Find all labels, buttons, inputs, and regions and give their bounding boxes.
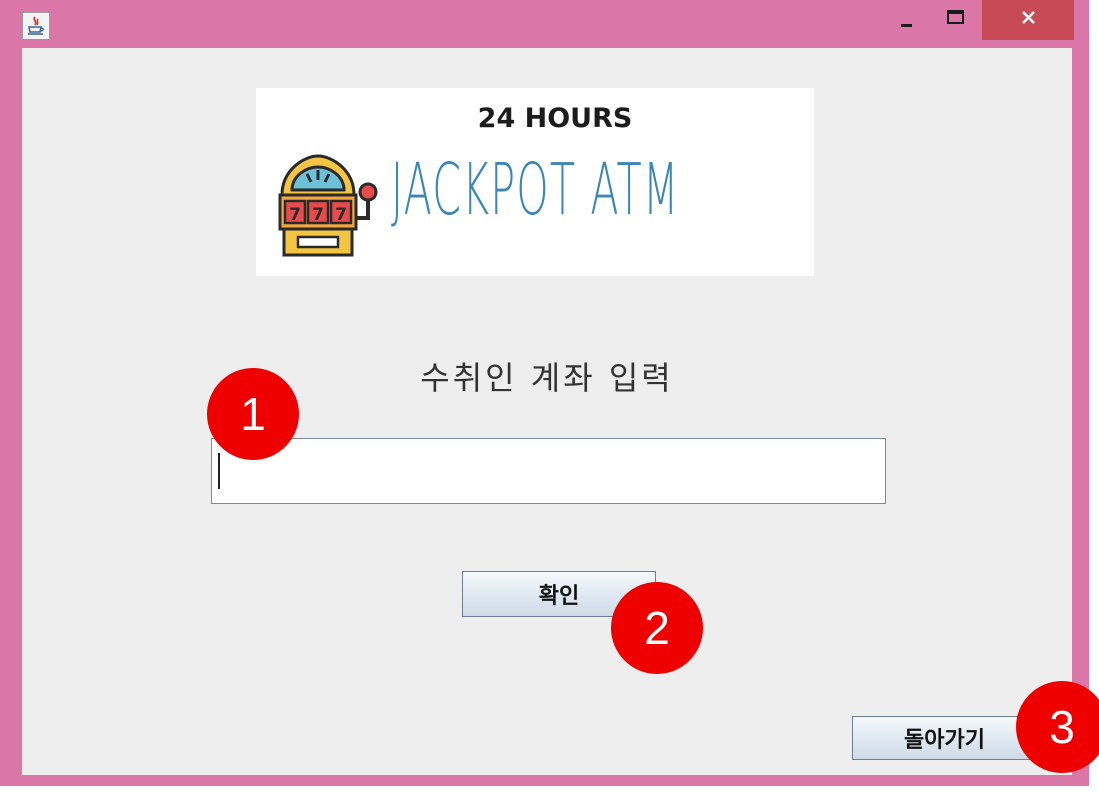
minimize-icon xyxy=(901,24,912,27)
maximize-button[interactable] xyxy=(932,0,978,40)
close-icon xyxy=(1022,11,1035,24)
logo-jackpot-atm: JACKPOT ATM xyxy=(391,148,680,231)
jackpot-atm-logo: 24 HOURS 7 7 7 JACKPOT ATM xyxy=(256,88,814,276)
logo-24-hours: 24 HOURS xyxy=(477,103,633,134)
back-button[interactable]: 돌아가기 xyxy=(852,716,1037,760)
app-window: 24 HOURS 7 7 7 JACKPOT ATM 수취인 계좌 입력 확인 … xyxy=(0,0,1089,786)
java-app-icon[interactable] xyxy=(22,12,50,40)
account-number-input[interactable] xyxy=(211,438,886,504)
svg-text:7: 7 xyxy=(289,205,301,225)
text-caret xyxy=(218,453,220,489)
annotation-marker-1: 1 xyxy=(207,368,299,460)
close-button[interactable] xyxy=(982,0,1074,40)
annotation-marker-3: 3 xyxy=(1016,681,1099,773)
recipient-account-prompt: 수취인 계좌 입력 xyxy=(420,359,674,397)
svg-text:7: 7 xyxy=(335,205,347,225)
minimize-button[interactable] xyxy=(884,0,930,40)
slot-machine-icon: 7 7 7 xyxy=(278,154,378,257)
maximize-icon xyxy=(947,10,964,24)
title-bar[interactable] xyxy=(0,0,1089,48)
svg-text:7: 7 xyxy=(312,205,324,225)
client-area: 24 HOURS 7 7 7 JACKPOT ATM 수취인 계좌 입력 확인 … xyxy=(22,48,1072,775)
annotation-marker-2: 2 xyxy=(611,582,703,674)
